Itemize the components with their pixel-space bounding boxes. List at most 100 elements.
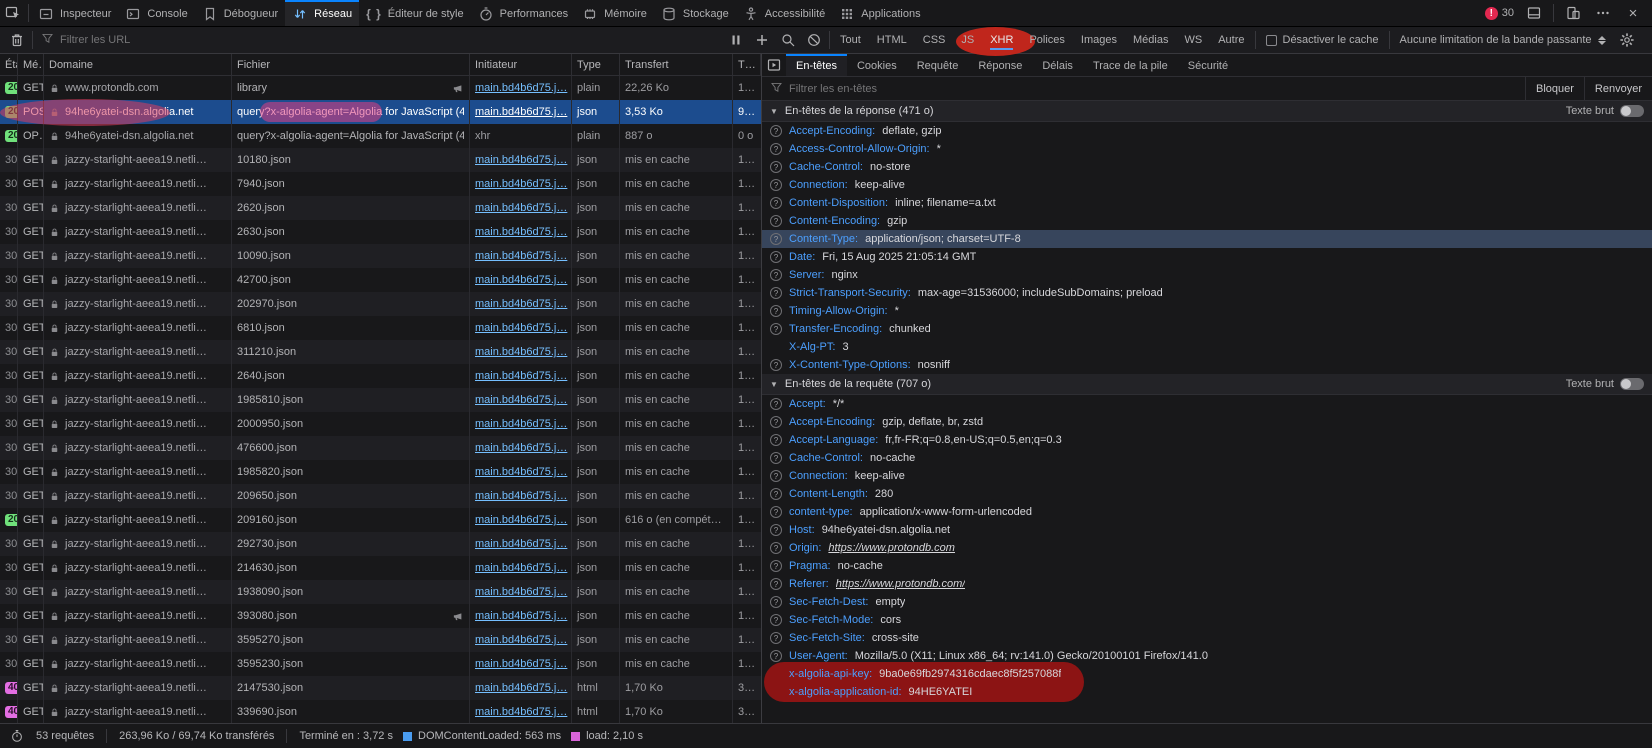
header-help-icon[interactable]: ? (770, 143, 782, 155)
request-row[interactable]: 304GETjazzy-starlight-aeea19.netli…20297… (0, 292, 761, 316)
filter-ws[interactable]: WS (1176, 31, 1210, 50)
header-help-icon[interactable]: ? (770, 359, 782, 371)
responsive-mode-icon[interactable] (1560, 0, 1586, 26)
request-row[interactable]: 304GETjazzy-starlight-aeea19.netli…2620.… (0, 196, 761, 220)
details-tab-trace-de-la-pile[interactable]: Trace de la pile (1083, 54, 1178, 76)
initiator-link[interactable]: main.bd4b6d75.j… (475, 298, 567, 310)
disable-cache-checkbox[interactable]: Désactiver le cache (1258, 34, 1387, 46)
new-request-icon[interactable] (749, 27, 775, 53)
filter-images[interactable]: Images (1073, 31, 1125, 50)
header-help-icon[interactable]: ? (770, 596, 782, 608)
header-row[interactable]: ?Connection:keep-alive (762, 176, 1652, 194)
pick-element-icon[interactable] (0, 0, 26, 26)
filter-js[interactable]: JS (953, 31, 982, 50)
header-row[interactable]: ?User-Agent:Mozilla/5.0 (X11; Linux x86_… (762, 647, 1652, 665)
header-help-icon[interactable]: ? (770, 488, 782, 500)
header-row[interactable]: ?Accept-Encoding:gzip, deflate, br, zstd (762, 413, 1652, 431)
url-filter-input[interactable] (60, 34, 717, 46)
request-row[interactable]: 304GETjazzy-starlight-aeea19.netli…21463… (0, 556, 761, 580)
header-row[interactable]: ?Server:nginx (762, 266, 1652, 284)
header-row[interactable]: ?Access-Control-Allow-Origin:* (762, 140, 1652, 158)
header-help-icon[interactable]: ? (770, 179, 782, 191)
initiator-link[interactable]: main.bd4b6d75.j… (475, 154, 567, 166)
tab-accessibility[interactable]: Accessibilité (736, 0, 833, 26)
response-headers-section-header[interactable]: ▼ En-têtes de la réponse (471 o) Texte b… (762, 101, 1652, 122)
details-tab-s-curit-[interactable]: Sécurité (1178, 54, 1238, 76)
throttle-select[interactable]: Aucune limitation de la bande passante (1392, 34, 1614, 46)
pause-traffic-icon[interactable] (723, 27, 749, 53)
initiator-link[interactable]: main.bd4b6d75.j… (475, 346, 567, 358)
resend-button[interactable]: Renvoyer (1584, 77, 1652, 100)
details-tab-cookies[interactable]: Cookies (847, 54, 907, 76)
header-help-icon[interactable]: ? (770, 542, 782, 554)
request-row[interactable]: 304GETjazzy-starlight-aeea19.netli…42700… (0, 268, 761, 292)
header-row[interactable]: ?Transfer-Encoding:chunked (762, 320, 1652, 338)
filter-xhr[interactable]: XHR (982, 31, 1021, 50)
initiator-link[interactable]: main.bd4b6d75.j… (475, 394, 567, 406)
raw-toggle[interactable] (1620, 105, 1644, 117)
request-row[interactable]: 200GETwww.protondb.comlibrarymain.bd4b6d… (0, 76, 761, 100)
request-row[interactable]: 304GETjazzy-starlight-aeea19.netli…10090… (0, 244, 761, 268)
header-help-icon[interactable]: ? (770, 215, 782, 227)
tab-application[interactable]: Applications (832, 0, 927, 26)
initiator-link[interactable]: main.bd4b6d75.j… (475, 514, 567, 526)
filter-polices[interactable]: Polices (1021, 31, 1072, 50)
request-row[interactable]: 304GETjazzy-starlight-aeea19.netli…29273… (0, 532, 761, 556)
raw-toggle[interactable] (1620, 378, 1644, 390)
initiator-link[interactable]: main.bd4b6d75.j… (475, 202, 567, 214)
header-value-link[interactable]: https://www.protondb.com (828, 542, 955, 554)
block-url-button[interactable]: Bloquer (1525, 77, 1584, 100)
header-help-icon[interactable]: ? (770, 650, 782, 662)
header-row[interactable]: ?x-algolia-application-id:94HE6YATEI (762, 683, 1652, 701)
header-row[interactable]: ?X-Content-Type-Options:nosniff (762, 356, 1652, 374)
initiator-link[interactable]: main.bd4b6d75.j… (475, 250, 567, 262)
header-help-icon[interactable]: ? (770, 524, 782, 536)
header-row[interactable]: ?Date:Fri, 15 Aug 2025 21:05:14 GMT (762, 248, 1652, 266)
request-row[interactable]: 200POST94he6yatei-dsn.algolia.netquery?x… (0, 100, 761, 124)
column-header-initiateur[interactable]: Initiateur (470, 54, 572, 75)
expand-panel-icon[interactable] (762, 54, 786, 76)
header-help-icon[interactable]: ? (770, 305, 782, 317)
header-row[interactable]: ?X-Alg-PT:3 (762, 338, 1652, 356)
header-help-icon[interactable]: ? (770, 470, 782, 482)
request-row[interactable]: 304GETjazzy-starlight-aeea19.netli…47660… (0, 436, 761, 460)
header-row[interactable]: ?Content-Disposition:inline; filename=a.… (762, 194, 1652, 212)
initiator-link[interactable]: main.bd4b6d75.j… (475, 610, 567, 622)
initiator-link[interactable]: main.bd4b6d75.j… (475, 226, 567, 238)
request-row[interactable]: 304GETjazzy-starlight-aeea19.netli…20965… (0, 484, 761, 508)
header-help-icon[interactable]: ? (770, 506, 782, 518)
header-help-icon[interactable]: ? (770, 323, 782, 335)
column-header-transfert[interactable]: Transfert (620, 54, 733, 75)
request-row[interactable]: 304GETjazzy-starlight-aeea19.netli…35952… (0, 628, 761, 652)
header-row[interactable]: ?Content-Length:280 (762, 485, 1652, 503)
column-header-m[interactable]: Mé… (18, 54, 44, 75)
header-help-icon[interactable]: ? (770, 416, 782, 428)
header-help-icon[interactable]: ? (770, 398, 782, 410)
header-help-icon[interactable]: ? (770, 560, 782, 572)
initiator-link[interactable]: main.bd4b6d75.j… (475, 658, 567, 670)
header-row[interactable]: ?Timing-Allow-Origin:* (762, 302, 1652, 320)
request-row[interactable]: 304GETjazzy-starlight-aeea19.netli…6810.… (0, 316, 761, 340)
initiator-link[interactable]: main.bd4b6d75.j… (475, 562, 567, 574)
initiator-link[interactable]: main.bd4b6d75.j… (475, 418, 567, 430)
column-header-domaine[interactable]: Domaine (44, 54, 232, 75)
tab-performance[interactable]: Performances (471, 0, 575, 26)
header-help-icon[interactable]: ? (770, 452, 782, 464)
tab-storage[interactable]: Stockage (654, 0, 736, 26)
filter-autre[interactable]: Autre (1210, 31, 1252, 50)
header-row[interactable]: ?Sec-Fetch-Mode:cors (762, 611, 1652, 629)
header-value-link[interactable]: https://www.protondb.com/ (836, 578, 966, 590)
request-row[interactable]: 304GETjazzy-starlight-aeea19.netli…39308… (0, 604, 761, 628)
initiator-link[interactable]: main.bd4b6d75.j… (475, 490, 567, 502)
header-row[interactable]: ?Cache-Control:no-store (762, 158, 1652, 176)
search-icon[interactable] (775, 27, 801, 53)
filter-css[interactable]: CSS (915, 31, 954, 50)
column-header-t[interactable]: T… (733, 54, 761, 75)
header-row[interactable]: ?Content-Type:application/json; charset=… (762, 230, 1652, 248)
tab-styleeditor[interactable]: { }Éditeur de style (359, 0, 471, 26)
filter-médias[interactable]: Médias (1125, 31, 1176, 50)
initiator-link[interactable]: main.bd4b6d75.j… (475, 370, 567, 382)
column-header-ta[interactable]: Éta (0, 54, 18, 75)
header-row[interactable]: ?Sec-Fetch-Site:cross-site (762, 629, 1652, 647)
initiator-link[interactable]: main.bd4b6d75.j… (475, 178, 567, 190)
